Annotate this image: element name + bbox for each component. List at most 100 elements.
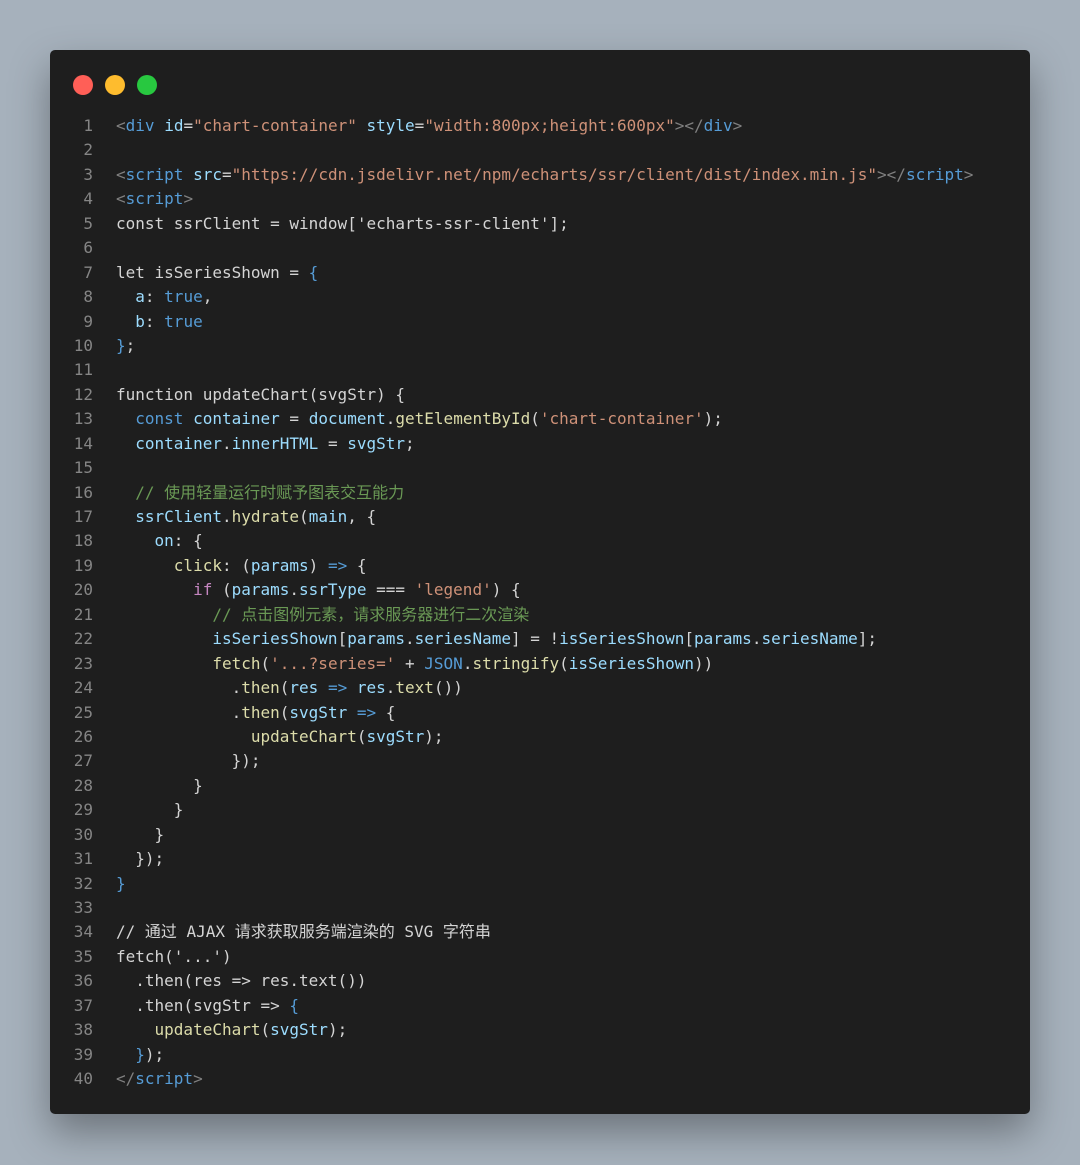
code-line: 40 </script> — [50, 1067, 1030, 1091]
code-line: 34 // 通过 AJAX 请求获取服务端渲染的 SVG 字符串 — [50, 920, 1030, 944]
code-line: 32} — [50, 872, 1030, 896]
code-text: // 使用轻量运行时赋予图表交互能力 — [135, 482, 405, 502]
code-line: 29 } — [50, 798, 1030, 822]
code-text: isSeriesShown[params.seriesName] = !isSe… — [212, 629, 878, 649]
code-text: } — [116, 800, 184, 820]
code-line: 23 fetch('...?series=' + JSON.stringify(… — [50, 652, 1030, 676]
code-line: 5 const ssrClient = window['echarts-ssr-c… — [50, 212, 1030, 236]
line-number: 32 — [73, 873, 93, 893]
code-text: a: true, — [135, 287, 213, 307]
line-number: 11 — [73, 360, 93, 380]
maximize-button[interactable] — [137, 75, 157, 95]
code-line: 39 }); — [50, 1043, 1030, 1067]
line-number: 15 — [73, 458, 93, 478]
line-number: 12 — [73, 384, 93, 404]
code-text: }); — [116, 751, 261, 771]
code-text: } — [116, 873, 126, 893]
code-line: 21 // 点击图例元素，请求服务器进行二次渲染 — [50, 603, 1030, 627]
code-line: 24 .then(res => res.text()) — [50, 676, 1030, 700]
code-text: }; — [116, 335, 136, 355]
code-line: 30 } — [50, 823, 1030, 847]
code-line: 11 — [50, 358, 1030, 382]
code-line: 12 function updateChart(svgStr) { — [50, 383, 1030, 407]
line-number: 21 — [73, 604, 93, 624]
code-line: 2 — [50, 138, 1030, 162]
line-number: 17 — [73, 507, 93, 526]
code-text: if (params.ssrType === 'legend') { — [193, 580, 521, 600]
code-text: .then(res => res.text()) — [116, 678, 463, 698]
code-line: 16 // 使用轻量运行时赋予图表交互能力 — [50, 481, 1030, 505]
code-line: 9 b: true — [50, 310, 1030, 334]
line-number: 8 — [83, 287, 93, 307]
code-text: updateChart(svgStr); — [154, 1020, 348, 1040]
line-number: 13 — [73, 409, 93, 429]
code-text: const container = document.getElementByI… — [135, 409, 723, 429]
line-number: 7 — [83, 262, 93, 282]
line-number: 30 — [73, 824, 93, 844]
line-number: 2 — [83, 140, 93, 160]
code-line: 17 ssrClient.hydrate(main, { — [50, 505, 1030, 529]
line-number: 22 — [73, 629, 93, 649]
line-number: 20 — [73, 580, 93, 600]
code-text: <script src="https://cdn.jsdelivr.net/np… — [116, 164, 974, 184]
line-number: 5 — [83, 213, 93, 233]
code-text: // 点击图例元素，请求服务器进行二次渲染 — [212, 604, 530, 624]
line-number: 40 — [73, 1069, 93, 1089]
code-line: 6 — [50, 236, 1030, 260]
code-line: 36 .then(res => res.text()) — [50, 969, 1030, 993]
code-text: updateChart(svgStr); — [250, 726, 444, 746]
code-text: fetch('...') — [116, 946, 232, 966]
code-text: .then(svgStr => { — [116, 995, 300, 1015]
code-line: 18 on: { — [50, 529, 1030, 553]
code-line: 22 isSeriesShown[params.seriesName] = !i… — [50, 627, 1030, 651]
line-number: 16 — [73, 482, 93, 502]
line-number: 38 — [73, 1020, 93, 1040]
line-number: 35 — [73, 946, 93, 966]
line-number: 25 — [73, 702, 93, 722]
line-number: 6 — [83, 238, 93, 258]
line-number: 24 — [73, 678, 93, 698]
code-line: 4 <script> — [50, 187, 1030, 211]
code-text: </script> — [116, 1069, 203, 1089]
code-text: .then(svgStr => { — [116, 702, 396, 722]
code-line: 27 }); — [50, 749, 1030, 773]
code-text: function updateChart(svgStr) { — [116, 384, 405, 404]
minimize-button[interactable] — [105, 75, 125, 95]
code-line: 26 updateChart(svgStr); — [50, 725, 1030, 749]
line-number: 3 — [83, 164, 93, 184]
line-number: 18 — [73, 531, 93, 551]
code-line: 20 if (params.ssrType === 'legend') { — [50, 578, 1030, 602]
code-text: click: (params) => { — [173, 555, 367, 575]
line-number: 19 — [73, 555, 93, 575]
code-text: fetch('...?series=' + JSON.stringify(isS… — [212, 653, 714, 673]
code-window: 1 <div id="chart-container" style="width:… — [50, 50, 1030, 1114]
code-text: .then(res => res.text()) — [116, 971, 367, 991]
code-line: 7 let isSeriesShown = { — [50, 261, 1030, 285]
close-button[interactable] — [73, 75, 93, 95]
line-number: 14 — [73, 433, 93, 453]
line-number: 4 — [83, 189, 93, 209]
code-text: let isSeriesShown = { — [116, 262, 319, 282]
code-line: 35 fetch('...') — [50, 945, 1030, 969]
code-text: } — [116, 824, 165, 844]
line-number: 36 — [73, 971, 93, 991]
code-text: }); — [116, 849, 165, 869]
code-line: 38 updateChart(svgStr); — [50, 1018, 1030, 1042]
line-number: 31 — [73, 849, 93, 869]
code-line: 25 .then(svgStr => { — [50, 701, 1030, 725]
line-number: 1 — [83, 116, 93, 135]
code-line: 37 .then(svgStr => { — [50, 994, 1030, 1018]
code-text: ssrClient.hydrate(main, { — [135, 507, 377, 526]
code-text: on: { — [154, 531, 203, 551]
code-text: b: true — [135, 311, 203, 331]
line-number: 39 — [73, 1044, 93, 1064]
line-number: 34 — [73, 922, 93, 942]
code-line: 28 } — [50, 774, 1030, 798]
code-line: 10}; — [50, 334, 1030, 358]
code-text: <script> — [116, 189, 194, 209]
line-number: 23 — [73, 653, 93, 673]
line-number: 10 — [73, 335, 93, 355]
code-line: 14 container.innerHTML = svgStr; — [50, 432, 1030, 456]
code-text: container.innerHTML = svgStr; — [135, 433, 415, 453]
code-line: 31 }); — [50, 847, 1030, 871]
